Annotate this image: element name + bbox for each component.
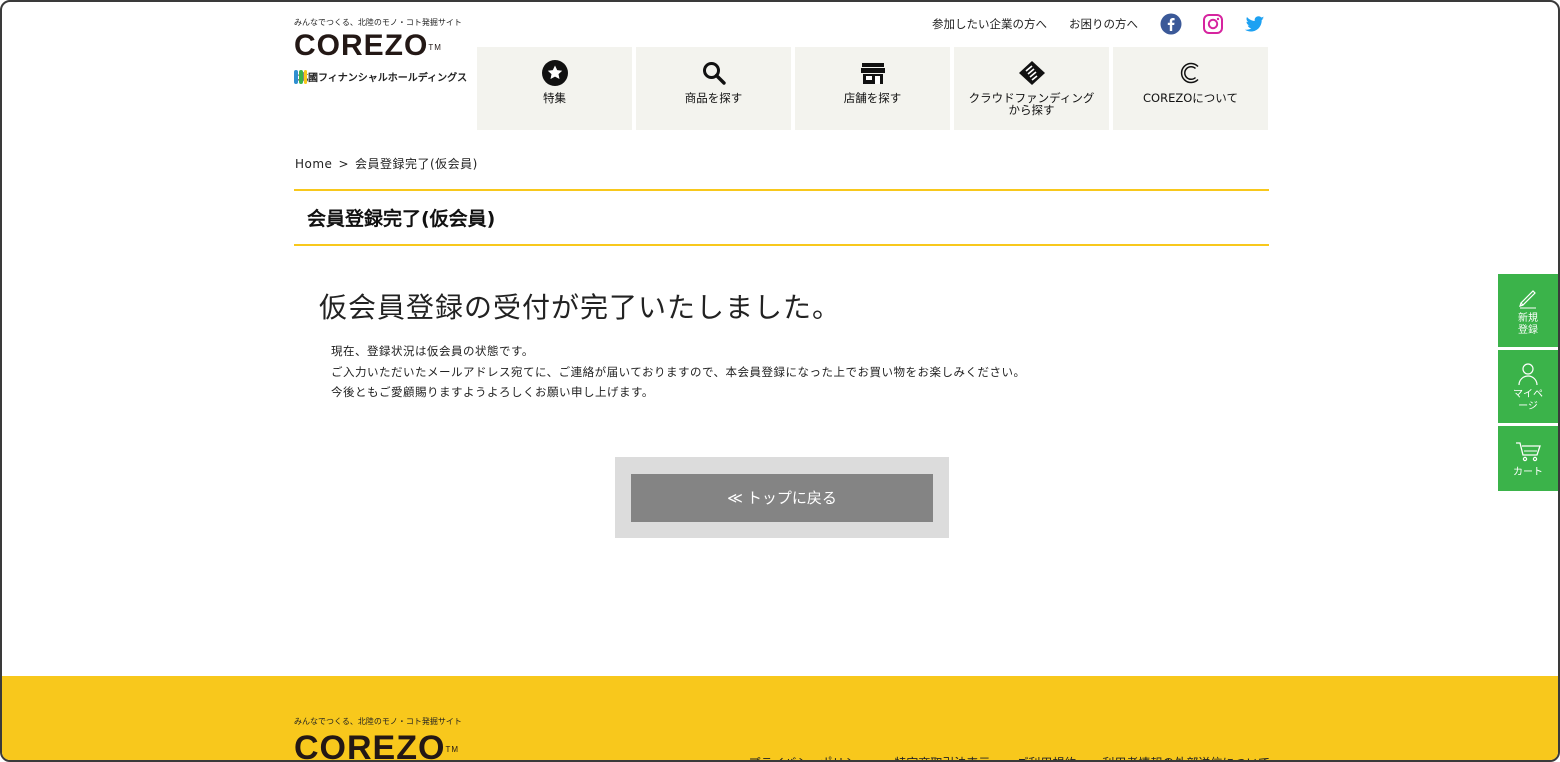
breadcrumb-current: 会員登録完了(仮会員) (355, 157, 478, 171)
side-tab-mypage-label-1: マイペ (1513, 388, 1543, 400)
twitter-icon[interactable] (1244, 13, 1266, 35)
corezo-c-icon (1177, 59, 1205, 87)
nav-label-crowdfunding-2: から探す (1008, 103, 1055, 117)
util-link-companies[interactable]: 参加したい企業の方へ (932, 16, 1047, 32)
holding-name: 北國フィナンシャルホールディングス (298, 73, 468, 84)
side-tab-mypage[interactable]: マイペ ージ (1498, 350, 1558, 423)
footer-trademark: TM (445, 745, 460, 754)
side-tab-cart-label: カート (1513, 466, 1543, 478)
global-nav: 特集 商品を探す 店舗を探す クラウドファンディング から探す COREZOにつ… (477, 47, 1268, 130)
utility-nav: 参加したい企業の方へ お困りの方へ (932, 13, 1266, 35)
footer-logo[interactable]: みんなでつくる、北陸のモノ・コト発掘サイト COREZOTM (294, 716, 462, 762)
trademark-mark: TM (428, 43, 442, 52)
breadcrumb-separator: > (338, 157, 349, 171)
footer-link-tokushoho[interactable]: 特定商取引法表示 (894, 754, 990, 760)
logo-wordmark: COREZOTM (294, 31, 464, 61)
back-button-frame: ≪ トップに戻る (615, 457, 949, 538)
handshake-icon (1018, 59, 1046, 87)
side-tab-cart[interactable]: カート (1498, 426, 1558, 491)
footer-link-privacy[interactable]: プライバシーポリシー (749, 754, 869, 760)
breadcrumb-home[interactable]: Home (295, 157, 332, 171)
footer-wordmark-text: COREZO (294, 729, 446, 762)
nav-item-products[interactable]: 商品を探す (636, 47, 791, 130)
nav-label-feature: 特集 (543, 91, 566, 105)
pencil-icon (1515, 285, 1541, 311)
side-tab-register-label-1: 新規 (1518, 312, 1538, 324)
nav-label-stores: 店舗を探す (843, 91, 902, 105)
complete-heading: 仮会員登録の受付が完了いたしました。 (319, 291, 842, 324)
nav-item-crowdfunding[interactable]: クラウドファンディング から探す (954, 47, 1109, 130)
footer-link-terms[interactable]: ご利用規約 (1016, 754, 1076, 760)
breadcrumb: Home > 会員登録完了(仮会員) (295, 155, 478, 172)
site-logo[interactable]: みんなでつくる、北陸のモノ・コト発掘サイト COREZOTM 北國フィナンシャル… (294, 17, 468, 84)
holding-company: 北國フィナンシャルホールディングス (294, 69, 468, 84)
logo-tagline: みんなでつくる、北陸のモノ・コト発掘サイト (294, 18, 462, 27)
facebook-icon[interactable] (1160, 13, 1182, 35)
browser-frame: みんなでつくる、北陸のモノ・コト発掘サイト COREZOTM 北國フィナンシャル… (0, 0, 1560, 762)
side-tab-register-label-2: 登録 (1518, 324, 1538, 336)
nav-label-about: COREZOについて (1143, 91, 1238, 105)
message-block: 現在、登録状況は仮会員の状態です。 ご入力いただいたメールアドレス宛てに、ご連絡… (331, 341, 1026, 403)
store-icon (859, 59, 887, 87)
footer-wordmark: COREZOTM (294, 729, 462, 762)
double-chevron-left-icon: ≪ (727, 488, 743, 507)
back-to-top-button[interactable]: ≪ トップに戻る (631, 473, 933, 522)
page-title: 会員登録完了(仮会員) (294, 189, 1269, 246)
back-to-top-label: トップに戻る (746, 489, 837, 507)
side-tab-mypage-label-2: ージ (1518, 400, 1538, 412)
page-title-text: 会員登録完了(仮会員) (307, 208, 496, 230)
message-line-3: 今後ともご愛顧賜りますようよろしくお願い申し上げます。 (331, 385, 654, 399)
cart-icon (1515, 439, 1541, 465)
nav-item-about[interactable]: COREZOについて (1113, 47, 1268, 130)
side-tabs: 新規 登録 マイペ ージ カート (1498, 274, 1558, 494)
message-line-1: 現在、登録状況は仮会員の状態です。 (331, 344, 534, 358)
nav-label-products: 商品を探す (684, 91, 743, 105)
util-link-help[interactable]: お困りの方へ (1069, 16, 1138, 32)
nav-item-feature[interactable]: 特集 (477, 47, 632, 130)
footer-link-external-transmission[interactable]: 利用者情報の外部送信について (1102, 754, 1270, 760)
footer-links: プライバシーポリシー 特定商取引法表示 ご利用規約 利用者情報の外部送信について (749, 754, 1270, 760)
user-icon (1515, 361, 1541, 387)
footer: みんなでつくる、北陸のモノ・コト発掘サイト COREZOTM プライバシーポリシ… (2, 676, 1558, 762)
search-icon (700, 59, 728, 87)
side-tab-register[interactable]: 新規 登録 (1498, 274, 1558, 347)
instagram-icon[interactable] (1202, 13, 1224, 35)
star-icon (541, 59, 569, 87)
message-line-2: ご入力いただいたメールアドレス宛てに、ご連絡が届いておりますので、本会員登録にな… (331, 364, 1026, 379)
nav-item-stores[interactable]: 店舗を探す (795, 47, 950, 130)
footer-tagline: みんなでつくる、北陸のモノ・コト発掘サイト (294, 717, 462, 726)
logo-wordmark-text: COREZO (294, 29, 429, 62)
